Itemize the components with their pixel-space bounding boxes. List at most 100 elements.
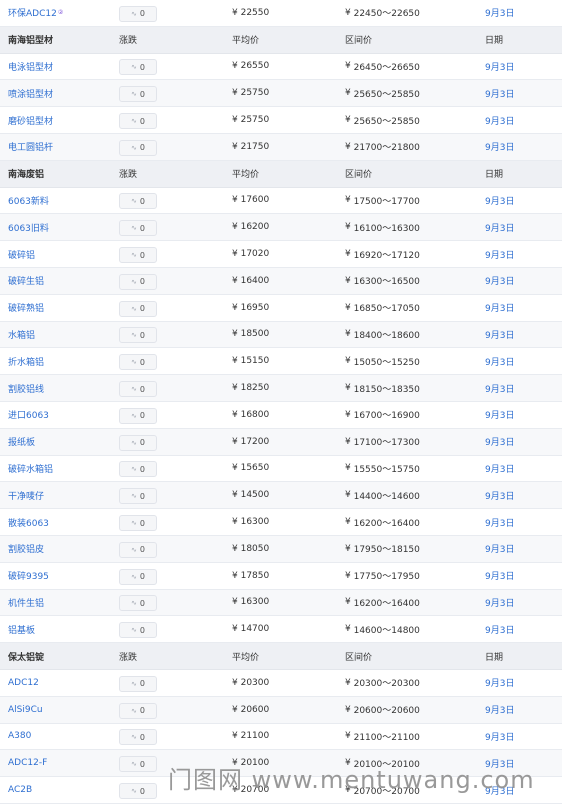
- change-badge: ∿ 0: [119, 702, 157, 719]
- trend-icon: ∿: [131, 519, 137, 528]
- table-row: 破碎铝 ∿ 0 ¥ 17020 ¥ 16920～17120 9月3日: [0, 241, 562, 268]
- date-link[interactable]: 9月3日: [485, 462, 514, 475]
- product-name-link[interactable]: 6063旧料: [8, 221, 49, 234]
- price-range: 17950～18150: [353, 545, 420, 556]
- change-value: 0: [139, 625, 145, 635]
- average-price: 15150: [240, 356, 270, 367]
- change-badge: ∿ 0: [119, 541, 157, 558]
- product-name-link[interactable]: 机件生铝: [8, 596, 44, 609]
- date-link[interactable]: 9月3日: [485, 301, 514, 314]
- date-link[interactable]: 9月3日: [485, 730, 514, 743]
- product-name-link[interactable]: 干净唛仔: [8, 489, 44, 502]
- date-link[interactable]: 9月3日: [485, 676, 514, 689]
- table-row: 水箱铝 ∿ 0 ¥ 18500 ¥ 18400～18600 9月3日: [0, 321, 562, 349]
- date-link[interactable]: 9月3日: [485, 596, 514, 609]
- product-name-link[interactable]: 折水箱铝: [8, 355, 44, 368]
- product-name-link[interactable]: 水箱铝: [8, 328, 35, 341]
- date-link[interactable]: 9月3日: [485, 382, 514, 395]
- price-range: 22450～22650: [353, 9, 420, 20]
- average-price: 14500: [240, 490, 270, 501]
- change-value: 0: [139, 9, 145, 19]
- product-name-link[interactable]: 破碎水箱铝: [8, 462, 53, 475]
- date-link[interactable]: 9月3日: [485, 194, 514, 207]
- table-row: A380 ∿ 0 ¥ 21100 ¥ 21100～21100 9月3日: [0, 724, 562, 751]
- average-price: 21750: [240, 141, 270, 152]
- date-link[interactable]: 9月3日: [485, 408, 514, 421]
- product-name-link[interactable]: AlSi9Cu: [8, 705, 43, 715]
- date-link[interactable]: 9月3日: [485, 516, 514, 529]
- price-range: 25650～25850: [353, 89, 420, 100]
- product-name-link[interactable]: 进口6063: [8, 408, 49, 421]
- trend-icon: ∿: [131, 304, 137, 313]
- table-row: 破碎熟铝 ∿ 0 ¥ 16950 ¥ 16850～17050 9月3日: [0, 295, 562, 322]
- change-value: 0: [139, 62, 145, 72]
- date-link[interactable]: 9月3日: [485, 489, 514, 502]
- date-link[interactable]: 9月3日: [485, 542, 514, 555]
- change-value: 0: [139, 304, 145, 314]
- date-link[interactable]: 9月3日: [485, 435, 514, 448]
- date-link[interactable]: 9月3日: [485, 569, 514, 582]
- trend-icon: ∿: [131, 277, 137, 286]
- product-name-link[interactable]: 电泳铝型材: [8, 60, 53, 73]
- average-price: 25750: [240, 115, 270, 126]
- product-name-link[interactable]: 割胶铝皮: [8, 542, 44, 555]
- trend-icon: ∿: [131, 117, 137, 126]
- trend-icon: ∿: [131, 679, 137, 688]
- product-name-link[interactable]: 报纸板: [8, 435, 35, 448]
- change-value: 0: [139, 732, 145, 742]
- product-name-link[interactable]: 铝基板: [8, 623, 35, 636]
- date-link[interactable]: 9月3日: [485, 274, 514, 287]
- product-name-link[interactable]: 环保ADC12: [8, 6, 57, 19]
- date-link[interactable]: 9月3日: [485, 114, 514, 127]
- price-range: 18400～18600: [353, 330, 420, 341]
- product-name-link[interactable]: ADC12: [8, 678, 39, 688]
- average-price: 15650: [240, 463, 270, 474]
- date-link[interactable]: 9月3日: [485, 623, 514, 636]
- date-link[interactable]: 9月3日: [485, 355, 514, 368]
- date-link[interactable]: 9月3日: [485, 221, 514, 234]
- product-name-link[interactable]: 破碎9395: [8, 569, 49, 582]
- product-name-link[interactable]: 磨砂铝型材: [8, 114, 53, 127]
- product-name-link[interactable]: 6063新料: [8, 194, 49, 207]
- price-range: 17500～17700: [353, 196, 420, 207]
- trend-icon: ∿: [131, 358, 137, 367]
- product-name-link[interactable]: 破碎生铝: [8, 274, 44, 287]
- product-name-link[interactable]: 电工圆铝杆: [8, 140, 53, 153]
- product-name-link[interactable]: 割胶铝线: [8, 382, 44, 395]
- table-row: AlSi9Cu ∿ 0 ¥ 20600 ¥ 20600～20600 9月3日: [0, 696, 562, 724]
- change-badge: ∿ 0: [119, 595, 157, 612]
- price-range: 16200～16400: [353, 598, 420, 609]
- product-name-link[interactable]: ADC12-F: [8, 758, 47, 768]
- table-row: 环保ADC12 ② ∿ 0 ¥ 22550 ¥ 22450～22650 9月3日: [0, 0, 562, 27]
- change-value: 0: [139, 598, 145, 608]
- product-name-link[interactable]: AC2B: [8, 785, 32, 795]
- date-link[interactable]: 9月3日: [485, 6, 514, 19]
- trend-icon: ∿: [131, 438, 137, 447]
- product-name-link[interactable]: 散装6063: [8, 516, 49, 529]
- product-name-link[interactable]: 破碎铝: [8, 248, 35, 261]
- header-change: 涨跌: [119, 652, 138, 663]
- section-header: 南海废铝 涨跌 平均价 区间价 日期: [0, 160, 562, 188]
- price-range: 18150～18350: [353, 384, 420, 395]
- product-name-link[interactable]: 喷涂铝型材: [8, 87, 53, 100]
- date-link[interactable]: 9月3日: [485, 60, 514, 73]
- date-link[interactable]: 9月3日: [485, 248, 514, 261]
- product-name-link[interactable]: A380: [8, 731, 31, 741]
- table-row: 破碎水箱铝 ∿ 0 ¥ 15650 ¥ 15550～15750 9月3日: [0, 456, 562, 483]
- header-avg: 平均价: [232, 170, 260, 181]
- price-range: 16200～16400: [353, 518, 420, 529]
- table-row: 喷涂铝型材 ∿ 0 ¥ 25750 ¥ 25650～25850 9月3日: [0, 80, 562, 108]
- change-value: 0: [139, 491, 145, 501]
- change-value: 0: [139, 786, 145, 796]
- product-name-link[interactable]: 破碎熟铝: [8, 301, 44, 314]
- date-link[interactable]: 9月3日: [485, 140, 514, 153]
- table-row: 进口6063 ∿ 0 ¥ 16800 ¥ 16700～16900 9月3日: [0, 402, 562, 429]
- table-row: 折水箱铝 ∿ 0 ¥ 15150 ¥ 15050～15250 9月3日: [0, 348, 562, 376]
- trend-icon: ∿: [131, 90, 137, 99]
- date-link[interactable]: 9月3日: [485, 703, 514, 716]
- header-avg: 平均价: [232, 652, 260, 663]
- date-link[interactable]: 9月3日: [485, 328, 514, 341]
- price-range: 16850～17050: [353, 304, 420, 315]
- date-link[interactable]: 9月3日: [485, 87, 514, 100]
- header-name: 南海铝型材: [8, 36, 54, 47]
